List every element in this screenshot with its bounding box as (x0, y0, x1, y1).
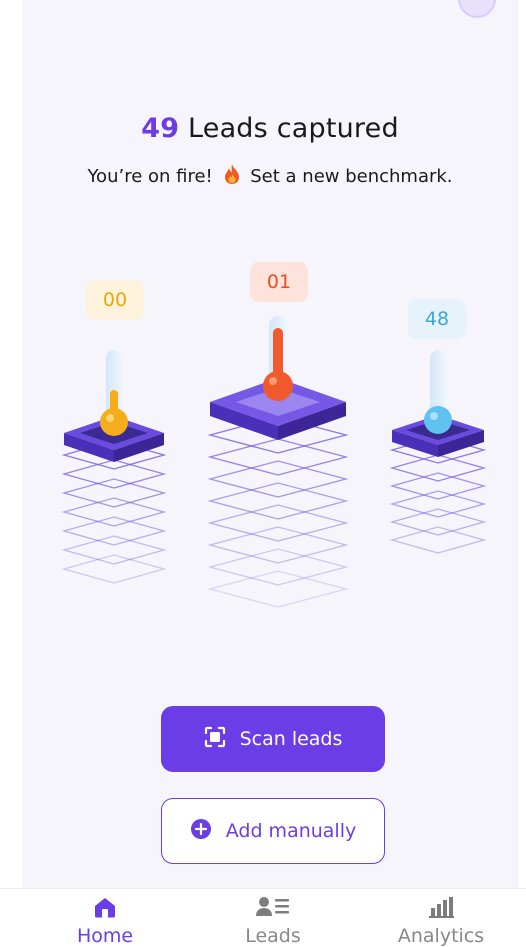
home-screen: 49 Leads captured You’re on fire! Set a … (22, 0, 518, 888)
nav-home[interactable]: Home (40, 889, 170, 947)
podium-layer-outline (61, 554, 167, 584)
temperature-podiums: 00 01 48 (22, 250, 518, 630)
left-podium (61, 350, 167, 584)
podium-layer-outline (389, 454, 487, 482)
nav-home-label: Home (76, 925, 134, 947)
motivation-prefix: You’re on fire! (87, 166, 213, 187)
motivation-text: You’re on fire! Set a new benchmark. (22, 163, 518, 190)
podium-layer-outline (389, 472, 487, 500)
podium-layer-outline (61, 497, 167, 527)
podium-layer-outline (207, 482, 349, 520)
podium-layer-outline (389, 526, 487, 554)
leads-count: 49 (141, 113, 180, 144)
add-manually-label: Add manually (225, 820, 357, 842)
avatar[interactable] (458, 0, 496, 18)
podium-layer-outline (61, 459, 167, 489)
podium-layer-outline (389, 508, 487, 536)
podium-layer-outline (389, 490, 487, 518)
add-circle-icon (190, 818, 212, 845)
scan-leads-button[interactable]: Scan leads (161, 706, 385, 772)
motivation-suffix: Set a new benchmark. (250, 166, 453, 187)
center-podium (207, 316, 349, 608)
nav-leads[interactable]: Leads (208, 889, 338, 947)
podium-layer-outline (61, 478, 167, 508)
podium-layer-outline (61, 516, 167, 546)
warm-thermometer-icon (424, 350, 452, 434)
podium-layer-outline (207, 570, 349, 608)
nav-analytics-label: Analytics (397, 925, 485, 947)
nav-leads-label: Leads (245, 925, 301, 947)
podium-layer-outline (61, 535, 167, 565)
scan-icon (204, 726, 226, 753)
podium-illustration (61, 316, 487, 608)
leads-captured-label: Leads captured (187, 113, 399, 144)
nav-analytics[interactable]: Analytics (376, 889, 506, 947)
analytics-icon (376, 895, 506, 923)
podium-layer-outline (207, 460, 349, 498)
home-icon (40, 895, 170, 923)
hot-thermometer-icon (263, 316, 293, 401)
podium-layer-outline (207, 438, 349, 476)
scan-leads-label: Scan leads (239, 728, 343, 750)
cold-thermometer-icon (100, 350, 128, 436)
fire-icon (223, 163, 241, 190)
add-manually-button[interactable]: Add manually (161, 798, 385, 864)
right-podium (389, 350, 487, 554)
podium-layer-outline (207, 526, 349, 564)
leads-captured-title: 49 Leads captured (22, 113, 518, 144)
leads-icon (208, 895, 338, 923)
podium-layer-outline (207, 504, 349, 542)
podium-layer-outline (207, 548, 349, 586)
bottom-nav: Home Leads Analytics (0, 888, 526, 947)
